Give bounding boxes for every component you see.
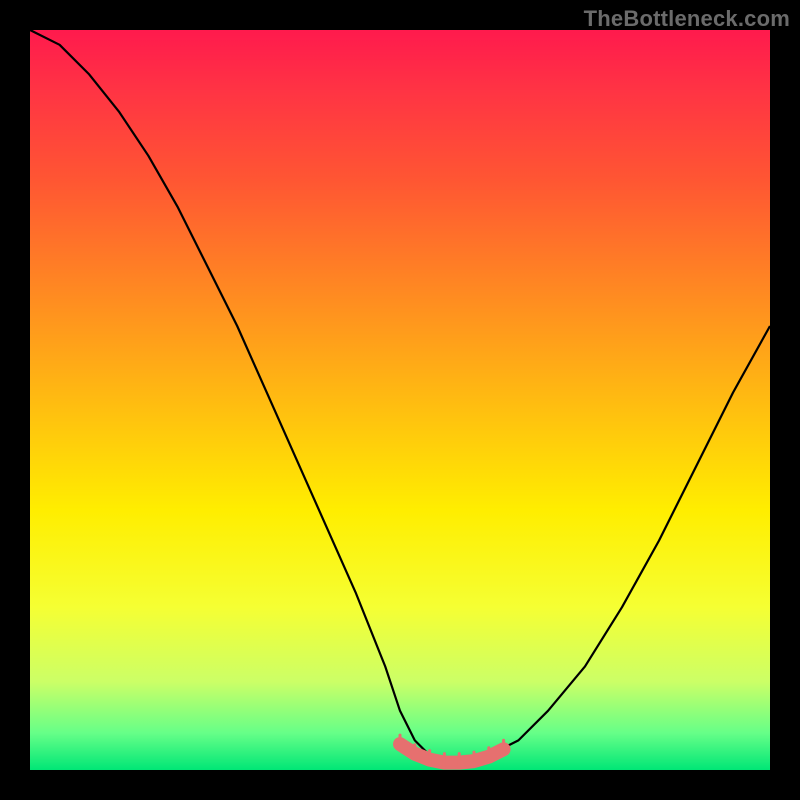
curve-layer [30,30,770,770]
bottleneck-curve [30,30,770,763]
chart-stage: TheBottleneck.com [0,0,800,800]
watermark-text: TheBottleneck.com [584,6,790,32]
plot-area [30,30,770,770]
